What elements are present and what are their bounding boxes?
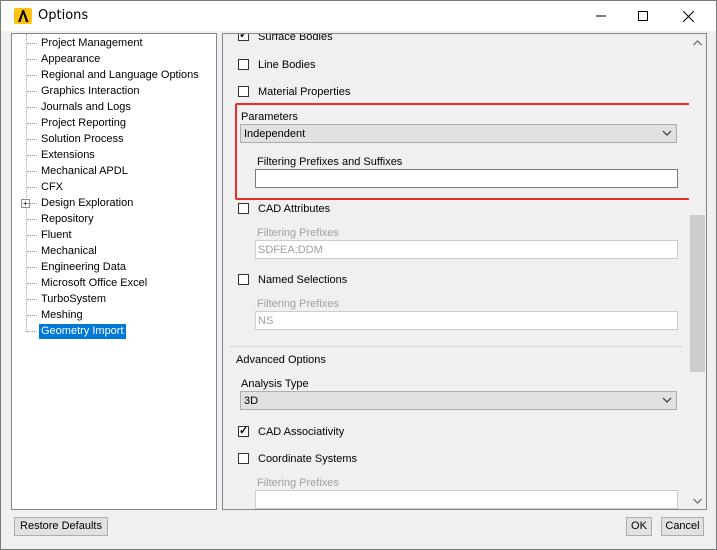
title-bar: Options: [1, 1, 716, 31]
named-selections-filter-input[interactable]: NS: [255, 311, 678, 330]
tree-item-design-exploration[interactable]: Design Exploration: [27, 196, 135, 211]
tree-item-office-excel[interactable]: Microsoft Office Excel: [27, 276, 149, 291]
chevron-down-icon: [662, 130, 672, 136]
window-title: Options: [38, 8, 89, 23]
close-button[interactable]: [665, 1, 711, 31]
analysis-type-select[interactable]: 3D: [240, 391, 677, 410]
cad-attributes-label: CAD Attributes: [258, 203, 331, 215]
named-selections-label: Named Selections: [258, 274, 348, 286]
material-properties-label: Material Properties: [258, 86, 351, 98]
coordinate-systems-label: Coordinate Systems: [258, 453, 358, 465]
minimize-button[interactable]: [578, 1, 624, 31]
named-selections-checkbox[interactable]: [238, 274, 249, 285]
coordinate-systems-filter-input[interactable]: [255, 490, 678, 509]
cad-attributes-filter-label: Filtering Prefixes: [257, 227, 339, 239]
restore-defaults-button[interactable]: Restore Defaults: [14, 517, 108, 536]
settings-content: Surface Bodies Line Bodies Material Prop…: [223, 34, 689, 509]
maximize-icon: [638, 11, 648, 21]
tree-item-mechanical-apdl[interactable]: Mechanical APDL: [27, 164, 130, 179]
tree-item-graphics-interaction[interactable]: Graphics Interaction: [27, 84, 141, 99]
parameters-filter-input[interactable]: [255, 169, 678, 188]
tree-item-journals-logs[interactable]: Journals and Logs: [27, 100, 133, 115]
material-properties-checkbox[interactable]: [238, 86, 249, 97]
section-divider: [229, 346, 683, 347]
surface-bodies-label: Surface Bodies: [258, 34, 333, 43]
ok-button[interactable]: OK: [626, 517, 652, 536]
ansys-logo-icon: [14, 8, 32, 24]
tree-item-meshing[interactable]: Meshing: [27, 308, 85, 323]
scroll-up-icon[interactable]: [689, 34, 706, 51]
parameters-select[interactable]: Independent: [240, 124, 677, 143]
tree-item-turbosystem[interactable]: TurboSystem: [27, 292, 108, 307]
minimize-icon: [596, 15, 606, 17]
tree-item-solution-process[interactable]: Solution Process: [27, 132, 126, 147]
scroll-down-icon[interactable]: [689, 492, 706, 509]
analysis-type-label: Analysis Type: [241, 378, 309, 390]
named-selections-filter-label: Filtering Prefixes: [257, 298, 339, 310]
maximize-button[interactable]: [620, 1, 666, 31]
settings-panel: Surface Bodies Line Bodies Material Prop…: [222, 33, 707, 510]
parameters-label: Parameters: [241, 111, 298, 123]
coordinate-systems-filter-label: Filtering Prefixes: [257, 477, 339, 489]
cad-attributes-checkbox[interactable]: [238, 203, 249, 214]
tree-item-regional-language[interactable]: Regional and Language Options: [27, 68, 201, 83]
tree-item-project-reporting[interactable]: Project Reporting: [27, 116, 128, 131]
cad-associativity-label: CAD Associativity: [258, 426, 345, 438]
options-window: Options Project Management Appearance Re…: [0, 0, 717, 550]
cad-attributes-filter-input[interactable]: SDFEA;DDM: [255, 240, 678, 259]
line-bodies-label: Line Bodies: [258, 59, 316, 71]
tree-item-engineering-data[interactable]: Engineering Data: [27, 260, 128, 275]
line-bodies-checkbox[interactable]: [238, 59, 249, 70]
cad-associativity-checkbox[interactable]: [238, 424, 249, 437]
tree-item-repository[interactable]: Repository: [27, 212, 96, 227]
tree-item-fluent[interactable]: Fluent: [27, 228, 74, 243]
coordinate-systems-checkbox[interactable]: [238, 453, 249, 464]
tree-item-appearance[interactable]: Appearance: [27, 52, 102, 67]
tree-item-cfx[interactable]: CFX: [27, 180, 65, 195]
chevron-down-icon: [662, 397, 672, 403]
options-tree: Project Management Appearance Regional a…: [11, 33, 217, 510]
tree-item-project-management[interactable]: Project Management: [27, 36, 145, 51]
surface-bodies-checkbox[interactable]: [238, 34, 249, 41]
tree-item-mechanical[interactable]: Mechanical: [27, 244, 99, 259]
close-icon: [682, 10, 694, 22]
advanced-options-heading: Advanced Options: [236, 354, 326, 366]
scrollbar-thumb[interactable]: [690, 215, 705, 372]
vertical-scrollbar[interactable]: [689, 34, 706, 509]
tree-item-extensions[interactable]: Extensions: [27, 148, 97, 163]
parameters-filter-label: Filtering Prefixes and Suffixes: [257, 156, 403, 168]
cancel-button[interactable]: Cancel: [661, 517, 704, 536]
tree-item-geometry-import[interactable]: Geometry Import: [27, 324, 126, 339]
